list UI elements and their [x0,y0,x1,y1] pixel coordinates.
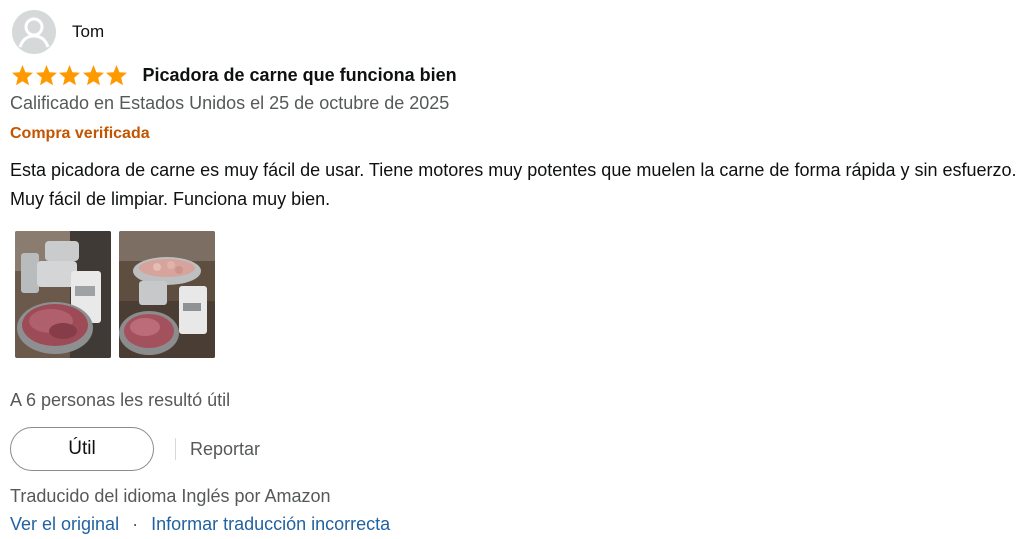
review-actions: Útil Reportar [10,427,260,471]
translation-links: Ver el original · Informar traducción in… [10,514,390,535]
star-icon [11,64,34,86]
helpful-button[interactable]: Útil [10,427,154,471]
verified-purchase-badge: Compra verificada [10,125,150,142]
review-photo-1[interactable] [15,231,111,358]
reviewer-profile[interactable]: Tom [12,10,104,54]
star-icon [35,64,57,86]
helpful-count: A 6 personas les resultó útil [10,390,231,410]
action-divider [175,438,176,460]
star-icon [105,64,128,86]
review-title[interactable]: Picadora de carne que funciona bien [143,65,457,86]
star-rating[interactable] [11,64,129,86]
review-date: Calificado en Estados Unidos el 25 de oc… [10,93,450,113]
review-photos [15,231,223,358]
review-photo-2[interactable] [119,231,215,358]
reviewer-name[interactable]: Tom [72,22,104,42]
star-icon [58,64,81,86]
star-icon [82,64,104,86]
report-translation-link[interactable]: Informar traducción incorrecta [151,514,390,535]
link-separator: · [132,514,139,534]
review-title-row: Picadora de carne que funciona bien [11,64,457,86]
translation-notice: Traducido del idioma Inglés por Amazon [10,486,331,506]
review-body: Esta picadora de carne es muy fácil de u… [10,160,1017,209]
view-original-link[interactable]: Ver el original [10,514,119,535]
review-card: Tom Picadora de carne que funciona bien … [0,0,1024,539]
person-icon [12,10,56,54]
report-link[interactable]: Reportar [190,439,260,460]
